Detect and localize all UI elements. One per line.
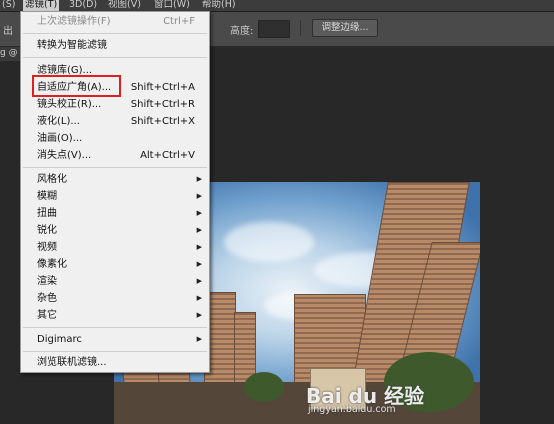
menu-item-browse-online-filters[interactable]: 浏览联机滤镜... (21, 354, 209, 371)
menu-separator (23, 57, 207, 58)
submenu-arrow-icon: ▶ (196, 175, 202, 183)
submenu-arrow-icon: ▶ (196, 243, 202, 251)
submenu-arrow-icon: ▶ (196, 209, 202, 217)
options-left-label: 出 (3, 26, 13, 37)
menu-item-sharpen[interactable]: 锐化 ▶ (21, 222, 209, 239)
menu-separator (23, 167, 207, 168)
submenu-arrow-icon: ▶ (196, 260, 202, 268)
menu-select[interactable]: (S) (0, 0, 17, 11)
menu-item-distort[interactable]: 扭曲 ▶ (21, 205, 209, 222)
height-input[interactable] (258, 20, 290, 38)
menu-item-video[interactable]: 视频 ▶ (21, 239, 209, 256)
menu-item-noise[interactable]: 杂色 ▶ (21, 290, 209, 307)
menu-filter[interactable]: 滤镜(T) (23, 0, 60, 11)
menu-item-other[interactable]: 其它 ▶ (21, 307, 209, 324)
submenu-arrow-icon: ▶ (196, 335, 202, 343)
menu-separator (23, 351, 207, 352)
tree (244, 372, 284, 402)
watermark-url: jingyan.baidu.com (308, 404, 396, 415)
menu-view[interactable]: 视图(V) (106, 0, 143, 11)
menu-3d[interactable]: 3D(D) (67, 0, 99, 11)
menu-separator (23, 327, 207, 328)
menu-item-digimarc[interactable]: Digimarc ▶ (21, 331, 209, 348)
menu-item-last-filter: 上次滤镜操作(F) Ctrl+F (37, 16, 195, 27)
menu-item-pixelate[interactable]: 像素化 ▶ (21, 256, 209, 273)
submenu-arrow-icon: ▶ (196, 192, 202, 200)
menu-item-convert-smart-filter[interactable]: 转换为智能滤镜 (21, 37, 209, 54)
cloud (224, 222, 314, 262)
menu-item-lens-correction[interactable]: 镜头校正(R)... Shift+Ctrl+R (21, 96, 209, 113)
annotation-highlight-box (32, 75, 121, 97)
submenu-arrow-icon: ▶ (196, 294, 202, 302)
filter-dropdown-menu: 上次滤镜操作(F) Ctrl+F 转换为智能滤镜 滤镜库(G)... 自适应广角… (20, 11, 210, 373)
menu-item-liquify[interactable]: 液化(L)... Shift+Ctrl+X (21, 113, 209, 130)
submenu-arrow-icon: ▶ (196, 226, 202, 234)
menu-help[interactable]: 帮助(H) (200, 0, 238, 11)
submenu-arrow-icon: ▶ (196, 277, 202, 285)
menu-window[interactable]: 窗口(W) (152, 0, 192, 11)
menu-item-blur[interactable]: 模糊 ▶ (21, 188, 209, 205)
menu-item-render[interactable]: 渲染 ▶ (21, 273, 209, 290)
menu-item-oil-paint[interactable]: 油画(O)... (21, 130, 209, 147)
menu-separator (23, 33, 207, 34)
height-label: 高度: (230, 26, 254, 37)
menu-item-stylize[interactable]: 风格化 ▶ (21, 171, 209, 188)
options-divider (300, 20, 301, 36)
refine-edge-button[interactable]: 调整边缘... (312, 19, 378, 37)
menu-item-vanishing-point[interactable]: 消失点(V)... Alt+Ctrl+V (21, 147, 209, 164)
submenu-arrow-icon: ▶ (196, 311, 202, 319)
